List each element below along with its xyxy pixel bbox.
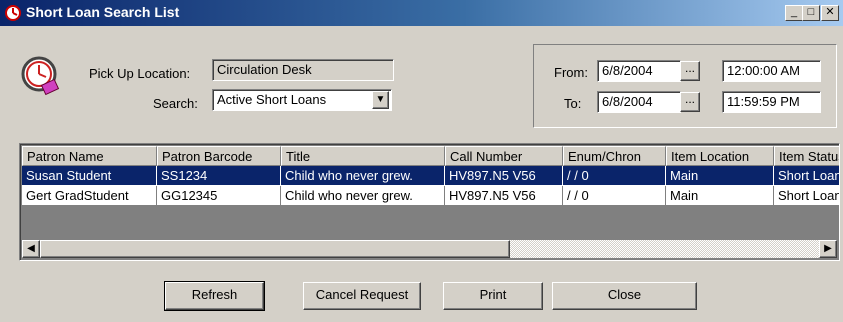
scrollbar-thumb[interactable] [40, 240, 510, 258]
search-select[interactable]: Active Short Loans [212, 89, 392, 111]
column-header[interactable]: Item Location [666, 146, 774, 166]
close-window-button[interactable]: ✕ [821, 5, 839, 21]
from-label: From: [554, 65, 588, 80]
from-date-picker-button[interactable]: ... [680, 61, 700, 81]
column-header[interactable]: Title [281, 146, 445, 166]
table-cell: / / 0 [563, 166, 666, 186]
scroll-right-icon[interactable]: ▶ [819, 240, 837, 258]
clock-icon [21, 56, 60, 96]
search-label: Search: [153, 96, 198, 111]
to-date-picker-button[interactable]: ... [680, 92, 700, 112]
to-label: To: [564, 96, 582, 111]
minimize-button[interactable]: _ [785, 5, 803, 21]
column-header[interactable]: Patron Name [22, 146, 157, 166]
maximize-button[interactable]: □ [802, 5, 820, 21]
app-icon [5, 5, 21, 21]
table-row[interactable]: Gert GradStudent GG12345 Child who never… [22, 186, 839, 206]
title-bar[interactable]: Short Loan Search List _ □ ✕ [0, 0, 843, 26]
table-cell: Short Loan [774, 186, 839, 206]
column-header[interactable]: Item Status [774, 146, 839, 166]
refresh-button[interactable]: Refresh [164, 281, 265, 311]
results-table: Patron Name Patron Barcode Title Call Nu… [19, 143, 840, 261]
table-cell: / / 0 [563, 186, 666, 206]
print-button[interactable]: Print [443, 282, 543, 310]
table-row[interactable]: Susan Student SS1234 Child who never gre… [22, 166, 839, 186]
chevron-down-icon[interactable]: ▼ [372, 91, 389, 109]
table-cell: SS1234 [157, 166, 281, 186]
window-title: Short Loan Search List [26, 4, 180, 20]
table-cell: Susan Student [22, 166, 157, 186]
to-date-field[interactable]: 6/8/2004 [597, 91, 681, 113]
table-cell: GG12345 [157, 186, 281, 206]
from-time-field[interactable]: 12:00:00 AM [722, 60, 821, 82]
short-loan-search-window: Short Loan Search List _ □ ✕ Pick Up Loc… [0, 0, 843, 322]
table-cell: Gert GradStudent [22, 186, 157, 206]
table-cell: HV897.N5 V56 [445, 166, 563, 186]
close-button[interactable]: Close [552, 282, 697, 310]
horizontal-scrollbar[interactable]: ◀ ▶ [22, 240, 837, 258]
table-cell: Child who never grew. [281, 186, 445, 206]
table-cell: Main [666, 166, 774, 186]
pickup-location-label: Pick Up Location: [89, 66, 191, 81]
table-header: Patron Name Patron Barcode Title Call Nu… [22, 146, 839, 166]
date-range-group: From: 6/8/2004 ... 12:00:00 AM To: 6/8/2… [533, 44, 837, 128]
scroll-left-icon[interactable]: ◀ [22, 240, 40, 258]
to-time-field[interactable]: 11:59:59 PM [722, 91, 821, 113]
column-header[interactable]: Call Number [445, 146, 563, 166]
table-cell: HV897.N5 V56 [445, 186, 563, 206]
column-header[interactable]: Patron Barcode [157, 146, 281, 166]
column-header[interactable]: Enum/Chron [563, 146, 666, 166]
search-select-value: Active Short Loans [217, 92, 327, 107]
table-cell: Main [666, 186, 774, 206]
table-cell: Short Loan [774, 166, 839, 186]
pickup-location-field: Circulation Desk [212, 59, 394, 81]
from-date-field[interactable]: 6/8/2004 [597, 60, 681, 82]
table-cell: Child who never grew. [281, 166, 445, 186]
cancel-request-button[interactable]: Cancel Request [303, 282, 421, 310]
